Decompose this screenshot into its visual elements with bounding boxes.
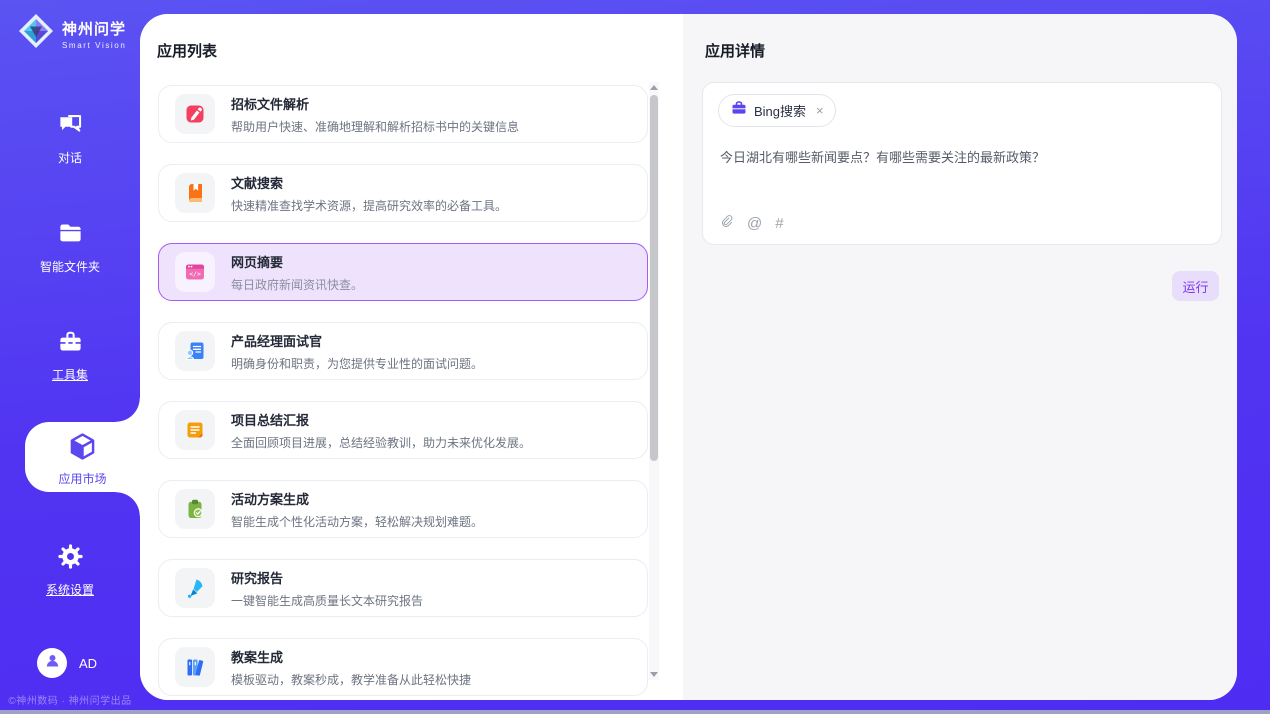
sidebar: 神州问学 Smart Vision 对话 智能文件夹 <box>0 0 140 714</box>
tool-chip-bing-search[interactable]: Bing搜索 × <box>718 94 836 127</box>
gem-diamond-icon <box>17 12 55 55</box>
app-card-desc: 模板驱动，教案秒成，教学准备从此轻松快捷 <box>231 671 471 688</box>
hash-icon[interactable]: # <box>775 216 783 231</box>
mention-icon[interactable]: @ <box>747 216 762 231</box>
person-icon <box>44 652 61 674</box>
copyright-footer: ©神州数码 · 神州问学出品 <box>0 692 140 707</box>
book-icon <box>175 173 215 213</box>
interviewer-doc-icon <box>175 331 215 371</box>
app-card-pm-interviewer[interactable]: 产品经理面试官 明确身份和职责，为您提供专业性的面试问题。 <box>158 322 648 380</box>
app-card-web-summary[interactable]: </> 网页摘要 每日政府新闻资讯快查。 <box>158 243 648 301</box>
brand-name: 神州问学 <box>62 18 126 39</box>
brand-subtitle: Smart Vision <box>62 41 126 50</box>
tender-edit-icon <box>175 94 215 134</box>
webpage-code-icon: </> <box>175 252 215 292</box>
app-list-title: 应用列表 <box>157 40 217 61</box>
app-card-desc: 每日政府新闻资讯快查。 <box>231 276 363 293</box>
close-icon[interactable]: × <box>816 103 824 118</box>
composer-toolbar: @ # <box>719 213 784 233</box>
sidebar-item-label: 对话 <box>58 151 82 165</box>
app-card-desc: 全面回顾项目进展，总结经验教训，助力未来优化发展。 <box>231 434 531 451</box>
app-card-title: 教案生成 <box>231 647 471 666</box>
app-card-title: 活动方案生成 <box>231 489 483 508</box>
app-card-desc: 智能生成个性化活动方案，轻松解决规划难题。 <box>231 513 483 530</box>
sidebar-item-smart-folder[interactable]: 智能文件夹 <box>0 220 140 276</box>
app-card-title: 网页摘要 <box>231 252 363 271</box>
app-card-lesson-plan[interactable]: 教案生成 模板驱动，教案秒成，教学准备从此轻松快捷 <box>158 638 648 696</box>
sidebar-item-label: 系统设置 <box>46 583 94 597</box>
app-card-title: 文献搜索 <box>231 173 507 192</box>
window-bottom-edge <box>0 710 1270 714</box>
chat-icon <box>0 111 140 143</box>
app-card-event-plan[interactable]: 活动方案生成 智能生成个性化活动方案，轻松解决规划难题。 <box>158 480 648 538</box>
cube-icon <box>25 431 140 467</box>
app-card-desc: 快速精准查找学术资源，提高研究效率的必备工具。 <box>231 197 507 214</box>
toolbox-icon <box>0 328 140 360</box>
run-button[interactable]: 运行 <box>1172 271 1219 301</box>
query-input-card[interactable]: Bing搜索 × 今日湖北有哪些新闻要点？有哪些需要关注的最新政策？ @ # <box>702 82 1222 245</box>
user-name: AD <box>79 656 97 671</box>
scroll-down-icon[interactable] <box>650 672 658 677</box>
svg-text:</>: </> <box>189 270 201 278</box>
sidebar-item-label: 工具集 <box>52 368 88 382</box>
gear-icon <box>0 543 140 575</box>
avatar <box>37 648 67 678</box>
app-card-desc: 帮助用户快速、准确地理解和解析招标书中的关键信息 <box>231 118 519 135</box>
attachment-icon[interactable] <box>719 213 734 233</box>
app-card-title: 项目总结汇报 <box>231 410 531 429</box>
app-card-research-report[interactable]: 研究报告 一键智能生成高质量长文本研究报告 <box>158 559 648 617</box>
scroll-up-icon[interactable] <box>650 85 658 90</box>
app-list-pane: 应用列表 招标文件解析 帮助用户快速、准确地理解和解析招标书中的关键信息 <box>140 14 683 700</box>
brand-logo: 神州问学 Smart Vision <box>17 12 126 55</box>
app-list: 招标文件解析 帮助用户快速、准确地理解和解析招标书中的关键信息 文献搜索 快速精… <box>158 85 648 700</box>
sidebar-item-toolset[interactable]: 工具集 <box>0 328 140 384</box>
app-card-title: 产品经理面试官 <box>231 331 483 350</box>
clipboard-check-icon <box>175 489 215 529</box>
scrollbar-thumb[interactable] <box>650 95 658 461</box>
app-card-title: 招标文件解析 <box>231 94 519 113</box>
app-card-tender-parse[interactable]: 招标文件解析 帮助用户快速、准确地理解和解析招标书中的关键信息 <box>158 85 648 143</box>
tool-chip-label: Bing搜索 <box>754 101 806 120</box>
user-account[interactable]: AD <box>37 648 97 678</box>
books-icon <box>175 647 215 687</box>
app-list-scrollbar[interactable] <box>649 82 659 680</box>
app-card-project-summary[interactable]: 项目总结汇报 全面回顾项目进展，总结经验教训，助力未来优化发展。 <box>158 401 648 459</box>
app-card-title: 研究报告 <box>231 568 423 587</box>
app-card-desc: 明确身份和职责，为您提供专业性的面试问题。 <box>231 355 483 372</box>
app-detail-title: 应用详情 <box>705 40 765 61</box>
sidebar-item-label: 智能文件夹 <box>40 260 100 274</box>
sidebar-item-label: 应用市场 <box>58 472 106 486</box>
summary-note-icon <box>175 410 215 450</box>
query-text[interactable]: 今日湖北有哪些新闻要点？有哪些需要关注的最新政策？ <box>720 149 1205 167</box>
sidebar-item-chat[interactable]: 对话 <box>0 111 140 167</box>
app-card-literature-search[interactable]: 文献搜索 快速精准查找学术资源，提高研究效率的必备工具。 <box>158 164 648 222</box>
folder-icon <box>0 220 140 252</box>
sidebar-item-settings[interactable]: 系统设置 <box>0 543 140 599</box>
briefcase-icon <box>731 100 747 121</box>
main-panel: 应用列表 招标文件解析 帮助用户快速、准确地理解和解析招标书中的关键信息 <box>140 14 1237 700</box>
research-pen-icon <box>175 568 215 608</box>
app-card-desc: 一键智能生成高质量长文本研究报告 <box>231 592 423 609</box>
app-detail-pane: 应用详情 Bing搜索 × 今日湖北有哪些新闻要点？有哪些需要关注的最新政策？ <box>683 14 1237 700</box>
sidebar-item-app-market[interactable]: 应用市场 <box>25 422 140 492</box>
